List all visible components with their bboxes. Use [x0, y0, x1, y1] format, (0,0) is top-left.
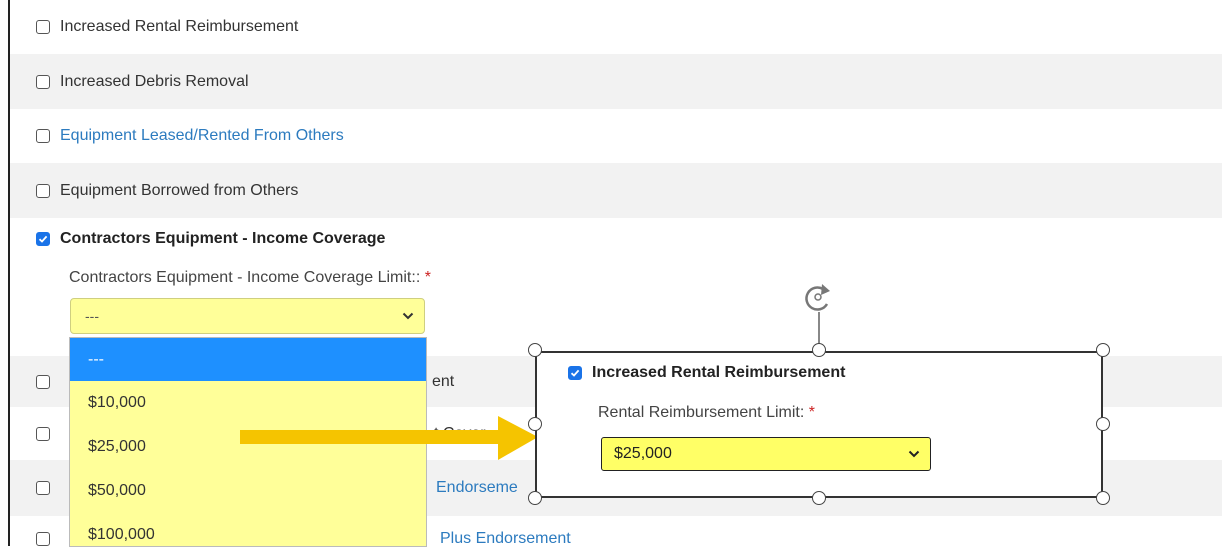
resize-handle[interactable] — [1096, 343, 1110, 357]
field-label-text: Contractors Equipment - Income Coverage … — [69, 269, 421, 286]
field-label: Contractors Equipment - Income Coverage … — [69, 269, 431, 287]
checkbox-icon[interactable] — [36, 481, 50, 495]
option-label: ent — [432, 372, 455, 390]
checkbox-checked-icon[interactable] — [568, 366, 582, 380]
checkbox-icon[interactable] — [36, 532, 50, 546]
required-mark: * — [808, 404, 815, 421]
rotate-icon[interactable] — [801, 282, 837, 314]
callout-option[interactable]: Increased Rental Reimbursement — [568, 364, 845, 382]
resize-handle[interactable] — [1096, 491, 1110, 505]
resize-handle[interactable] — [528, 343, 542, 357]
option-row-expanded: Contractors Equipment - Income Coverage — [10, 218, 1222, 356]
resize-handle[interactable] — [528, 417, 542, 431]
option-row[interactable]: Equipment Borrowed from Others — [10, 163, 1222, 218]
option-link[interactable]: Plus Endorsement — [440, 530, 571, 548]
checkbox-icon[interactable] — [36, 374, 50, 389]
checkbox-icon[interactable] — [36, 183, 50, 198]
option-link[interactable]: Endorseme — [436, 479, 518, 497]
field-label: Rental Reimbursement Limit: * — [598, 404, 815, 422]
option-row[interactable]: Equipment Leased/Rented From Others — [10, 109, 1222, 163]
resize-handle[interactable] — [812, 491, 826, 505]
option-link[interactable]: Equipment Leased/Rented From Others — [60, 127, 344, 145]
dropdown-option[interactable]: --- — [70, 338, 426, 381]
option-row[interactable]: Increased Rental Reimbursement — [10, 0, 1222, 54]
rotation-line — [818, 312, 820, 346]
checkbox-icon[interactable] — [36, 129, 50, 143]
checkbox-icon[interactable] — [36, 426, 50, 441]
resize-handle[interactable] — [812, 343, 826, 357]
resize-handle[interactable] — [528, 491, 542, 505]
select-value: $25,000 — [614, 445, 672, 462]
income-limit-select[interactable]: --- — [70, 298, 425, 334]
rental-limit-select[interactable]: $25,000 — [601, 437, 931, 471]
required-mark: * — [424, 269, 431, 286]
chevron-down-icon — [908, 450, 920, 458]
checkbox-icon[interactable] — [36, 74, 50, 89]
option-row[interactable]: Increased Debris Removal — [10, 54, 1222, 109]
checkbox-icon[interactable] — [36, 20, 50, 34]
checkbox-checked-icon[interactable] — [36, 232, 50, 246]
callout-option-label: Increased Rental Reimbursement — [592, 364, 846, 381]
resize-handle[interactable] — [1096, 417, 1110, 431]
option-label: Increased Rental Reimbursement — [60, 18, 299, 35]
chevron-down-icon — [402, 312, 414, 320]
dropdown-option[interactable]: $100,000 — [70, 513, 426, 546]
option-label: Contractors Equipment - Income Coverage — [60, 230, 386, 247]
option-label: Increased Debris Removal — [60, 72, 249, 90]
select-value: --- — [85, 308, 99, 324]
option-label: Equipment Borrowed from Others — [60, 181, 299, 199]
arrow-right-icon — [240, 416, 538, 460]
field-label-text: Rental Reimbursement Limit: — [598, 404, 805, 421]
dropdown-option[interactable]: $50,000 — [70, 469, 426, 513]
